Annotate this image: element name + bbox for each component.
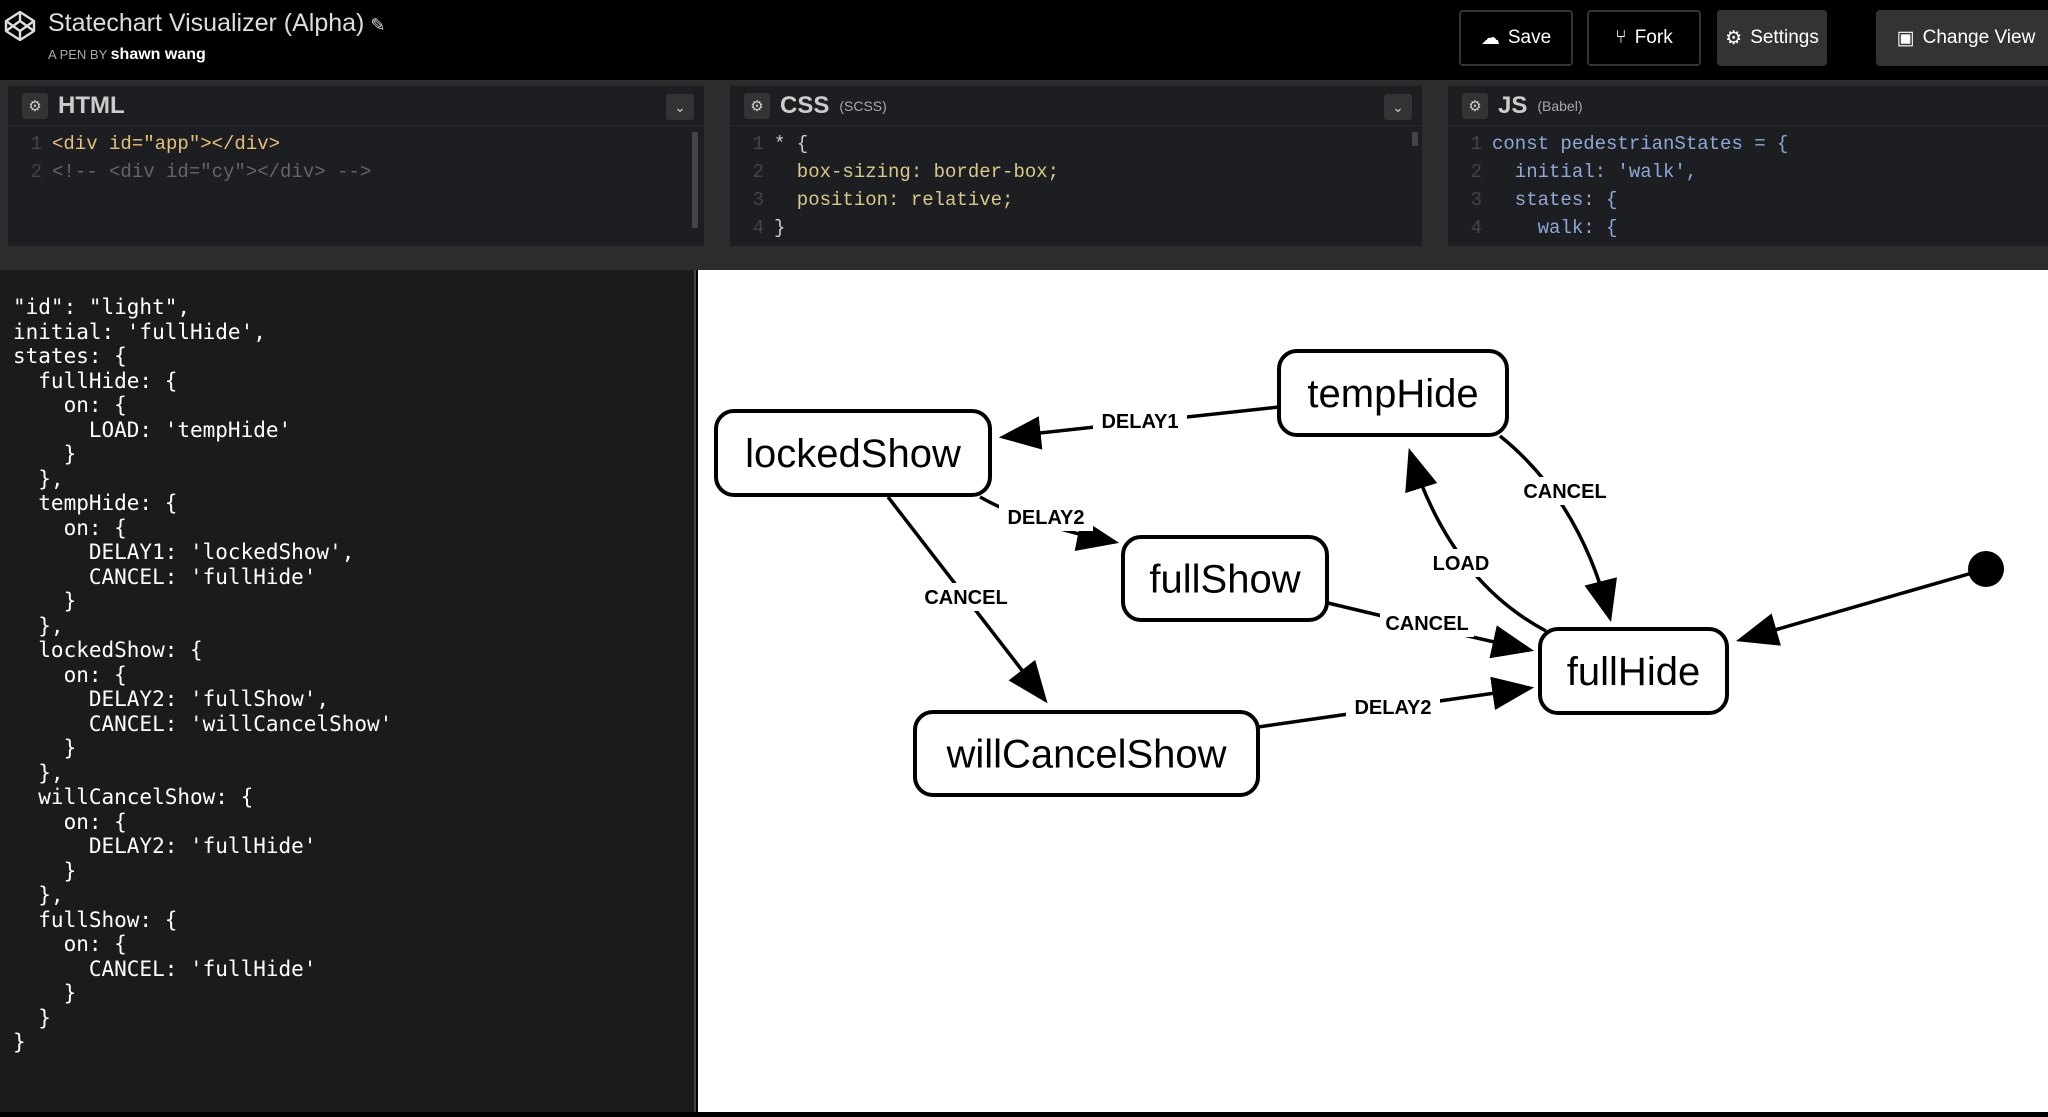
state-node-fullShow[interactable]: fullShow [1121, 535, 1329, 622]
preview-pane: DELAY1 DELAY2 CANCEL CANCEL DELAY2 CANCEL LOAD… [698, 270, 2048, 1112]
js-editor[interactable]: ⚙ JS (Babel) 1 const pedestrianStates = { 2… [1448, 86, 2048, 246]
statechart-config-text[interactable]: "id": "light", initial: 'fullHide', stat… [0, 270, 694, 1055]
transition-lockedShow-fullShow[interactable]: DELAY2 [979, 495, 1120, 552]
editor-row: ⚙ HTML ⌄ 1 <div id="app"></div> 2 <!-- <div… [0, 80, 2048, 270]
transition-tempHide-fullHide[interactable]: CANCEL [1498, 434, 1617, 623]
state-label: fullShow [1149, 558, 1300, 602]
css-code[interactable]: 1 * { 2 box-sizing: border-box; 3 positio… [730, 126, 1422, 240]
css-scrollbar[interactable] [1412, 132, 1418, 146]
transition-tempHide-lockedShow[interactable]: DELAY1 [998, 405, 1280, 450]
byline: A PEN BY shawn wang [48, 46, 206, 63]
state-node-lockedShow[interactable]: lockedShow [714, 409, 992, 497]
state-label: willCancelShow [945, 733, 1226, 777]
header: Statechart Visualizer (Alpha) ✎ A PEN BY … [0, 0, 2048, 80]
html-settings-gear-icon[interactable]: ⚙ [22, 92, 48, 119]
js-settings-gear-icon[interactable]: ⚙ [1462, 92, 1488, 119]
transition-label: DELAY1 [1101, 411, 1178, 433]
state-node-willCancelShow[interactable]: willCancelShow [913, 710, 1260, 797]
chevron-down-icon[interactable]: ⌄ [1384, 94, 1412, 120]
pen-title[interactable]: Statechart Visualizer (Alpha) ✎ [48, 9, 385, 38]
codepen-logo-icon[interactable] [4, 10, 36, 42]
transition-fullShow-fullHide[interactable]: CANCEL [1327, 601, 1535, 659]
state-node-fullHide[interactable]: fullHide [1538, 627, 1729, 715]
author-link[interactable]: shawn wang [111, 46, 206, 63]
transition-label: CANCEL [1523, 481, 1606, 503]
layout-icon: ▣ [1896, 27, 1915, 49]
fork-icon: ⑂ [1615, 27, 1627, 48]
fork-button[interactable]: ⑂ Fork [1587, 10, 1701, 66]
statechart-config-panel[interactable]: "id": "light", initial: 'fullHide', stat… [0, 270, 696, 1112]
state-label: fullHide [1567, 650, 1700, 694]
html-scrollbar[interactable] [692, 132, 698, 228]
transition-label: CANCEL [1385, 613, 1468, 635]
state-label: lockedShow [745, 432, 961, 476]
transition-label: CANCEL [924, 587, 1007, 609]
cloud-icon: ☁ [1480, 27, 1500, 49]
edit-pencil-icon[interactable]: ✎ [370, 15, 385, 35]
transition-arrow [1498, 434, 1617, 623]
change-view-button[interactable]: ▣ Change View [1876, 10, 2048, 66]
settings-button[interactable]: ⚙ Settings [1717, 10, 1827, 66]
css-editor[interactable]: ⚙ CSS (SCSS) ⌄ 1 * { 2 box-sizing: border-b… [730, 86, 1422, 246]
statechart-diagram: DELAY1 DELAY2 CANCEL CANCEL DELAY2 CANCEL LOAD… [714, 349, 2004, 797]
css-settings-gear-icon[interactable]: ⚙ [744, 92, 770, 119]
html-editor[interactable]: ⚙ HTML ⌄ 1 <div id="app"></div> 2 <!-- <div… [8, 86, 704, 246]
state-label: tempHide [1307, 372, 1478, 416]
initial-state-marker [1735, 551, 2004, 646]
save-button[interactable]: ☁ Save [1459, 10, 1573, 66]
transition-label: DELAY2 [1354, 697, 1431, 719]
state-node-tempHide[interactable]: tempHide [1277, 349, 1509, 437]
initial-arrow [1735, 567, 1987, 646]
html-code[interactable]: 1 <div id="app"></div> 2 <!-- <div id="cy"… [8, 126, 704, 240]
transition-label: LOAD [1433, 553, 1490, 575]
gear-icon: ⚙ [1725, 27, 1743, 49]
transition-label: DELAY2 [1007, 507, 1084, 529]
js-code[interactable]: 1 const pedestrianStates = { 2 initial: '… [1448, 126, 2048, 240]
chevron-down-icon[interactable]: ⌄ [666, 94, 694, 120]
transition-willCancelShow-fullHide[interactable]: DELAY2 [1257, 676, 1535, 729]
